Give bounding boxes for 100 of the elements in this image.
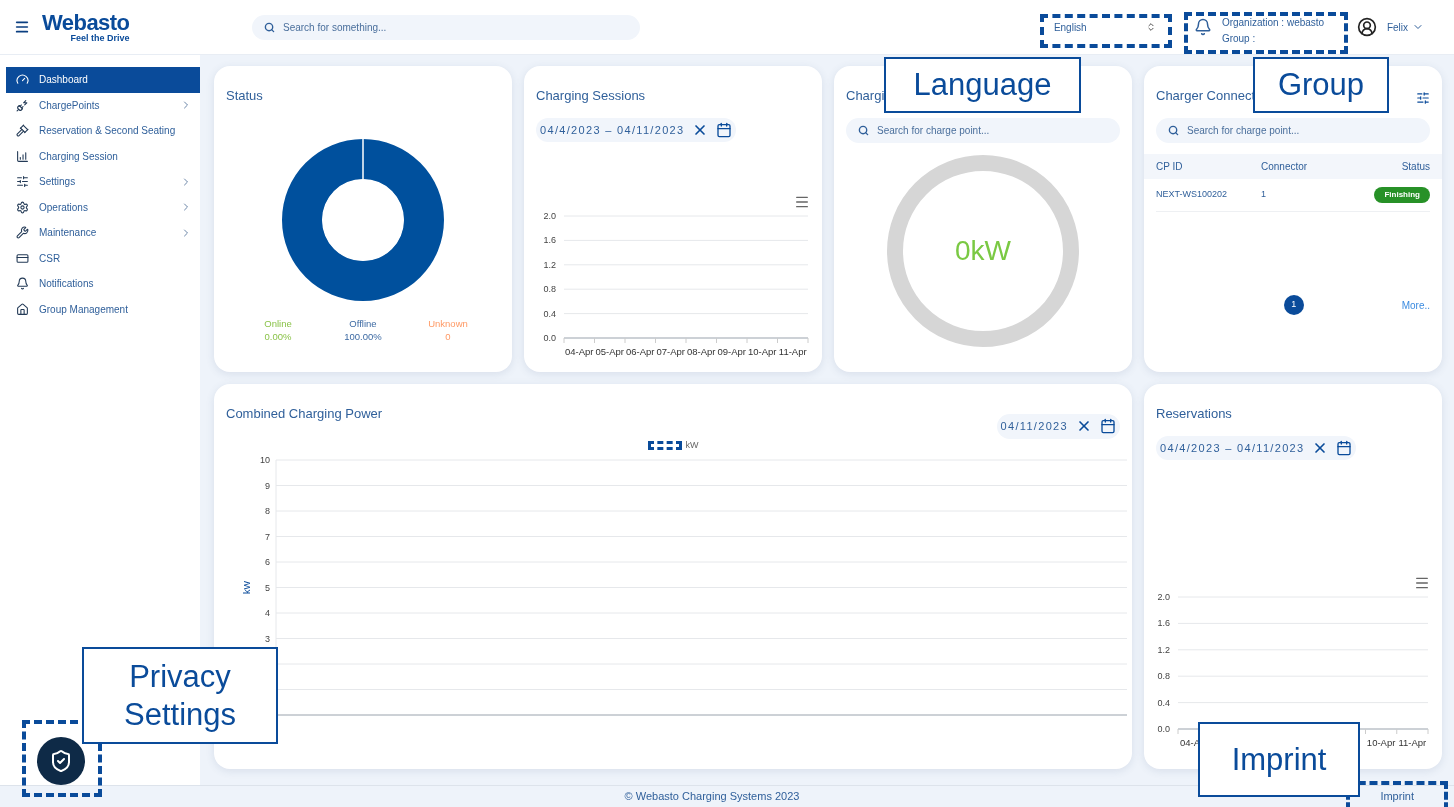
axis-tick-label: 8: [265, 506, 270, 516]
callout-label: Imprint: [1198, 722, 1360, 797]
date-text: 04/11/2023: [1000, 419, 1068, 434]
sidebar-item[interactable]: Maintenance: [6, 220, 200, 246]
copyright-text: © Webasto Charging Systems 2023: [624, 789, 800, 805]
callout-label: Group: [1253, 57, 1389, 113]
axis-tick-label: 05-Apr: [595, 346, 624, 357]
axis-tick-label: 11-Apr: [778, 346, 807, 357]
axis-tick-label: 11-Apr: [1398, 737, 1427, 748]
axis-tick-label: 10-Apr: [1366, 737, 1396, 748]
sidebar-item[interactable]: Dashboard: [6, 67, 200, 93]
avatar-icon[interactable]: [1356, 17, 1377, 37]
updown-icon: [1145, 22, 1156, 32]
card-title: Status: [226, 87, 263, 105]
search-icon: [264, 21, 275, 33]
legend-label: Online: [264, 317, 292, 330]
search-icon: [858, 124, 869, 136]
sidebar-item[interactable]: Operations: [6, 194, 200, 220]
search-field[interactable]: Search for charge point...: [846, 117, 1120, 143]
sidebar-item[interactable]: Group Management: [6, 296, 200, 322]
calendar-icon[interactable]: [716, 121, 733, 138]
axis-tick-label: 04-Apr: [565, 346, 594, 357]
sidebar-item[interactable]: ChargePoints: [6, 92, 200, 118]
table-cell-text: 1: [1261, 187, 1267, 201]
legend-label: Unknown: [428, 317, 468, 330]
axis-tick-label: 2.0: [1157, 592, 1170, 602]
calendar-icon[interactable]: [1100, 418, 1116, 435]
sidebar-item[interactable]: CSR: [6, 245, 200, 271]
group-text: Group :: [1221, 32, 1257, 46]
sidebar-item[interactable]: Reservation & Second Seating: [6, 118, 200, 144]
chart-legend-item[interactable]: kW: [647, 438, 699, 452]
axis-tick-label: 1.6: [1157, 618, 1170, 629]
bell-icon[interactable]: [1193, 18, 1212, 36]
calendar-icon[interactable]: [1336, 439, 1353, 456]
gavel-icon: [16, 124, 29, 138]
axis-tick-label: 10-Apr: [748, 346, 777, 357]
axis-tick-label: 0.4: [1157, 697, 1170, 708]
axis-tick-label: 9: [265, 480, 270, 491]
plug-icon: [16, 98, 29, 112]
status-badge: Finishing: [1374, 186, 1430, 203]
menu-icon[interactable]: [14, 19, 30, 35]
home-icon: [16, 302, 29, 316]
search-input[interactable]: Search for charge point...: [877, 122, 1108, 138]
imprint-link[interactable]: Imprint: [1380, 788, 1414, 805]
bell-icon: [16, 277, 29, 291]
axis-tick-label: 09-Apr: [717, 346, 746, 357]
card-title: Charging Sessions: [536, 87, 646, 105]
callout-label: Language: [884, 57, 1081, 113]
card-title: Chargi: [846, 87, 885, 105]
axis-tick-label: 6: [265, 557, 270, 567]
column-header: Connector: [1261, 159, 1309, 174]
sidebar-item[interactable]: Notifications: [6, 271, 200, 297]
filter-icon[interactable]: [1416, 90, 1430, 105]
axis-tick-label: 0.4: [543, 308, 556, 319]
axis-tick-label: 0.8: [1157, 671, 1170, 682]
logo[interactable]: Webasto Feel the Drive: [42, 11, 130, 43]
axis-tick-label: 3: [265, 633, 270, 644]
chart-menu-icon[interactable]: [794, 194, 810, 210]
axis-tick-label: 08-Apr: [687, 346, 716, 357]
axis-tick-label: 1.6: [543, 235, 556, 246]
shield-check-icon: [49, 749, 73, 773]
column-header: Status: [1401, 159, 1430, 174]
axis-tick-label: 1.2: [1157, 644, 1170, 655]
callout-label: Privacy Settings: [82, 647, 278, 744]
column-header: CP ID: [1156, 159, 1184, 174]
axis-title: kW: [242, 581, 252, 594]
search-input[interactable]: Search for charge point...: [1187, 122, 1418, 138]
sidebar-item[interactable]: Charging Session: [6, 143, 200, 169]
more-link[interactable]: More..: [1401, 297, 1430, 313]
wrench-icon: [16, 226, 29, 240]
axis-tick-label: 07-Apr: [656, 346, 685, 357]
table-cell-text: NEXT-WS100202: [1156, 187, 1229, 201]
chart-menu-icon[interactable]: [1414, 575, 1430, 591]
settings-icon: [16, 200, 29, 214]
organization-text: Organization : webasto: [1221, 16, 1326, 30]
search-input[interactable]: Search for something...: [283, 19, 628, 35]
axis-tick-label: 4: [265, 608, 270, 618]
page-number[interactable]: 1: [1283, 295, 1304, 315]
axis-tick-label: 2.0: [543, 211, 556, 221]
search-field[interactable]: Search for something...: [252, 14, 640, 40]
user-menu[interactable]: Felix: [1386, 19, 1424, 35]
bar-chart-icon: [16, 149, 29, 163]
card-title: Combined Charging Power: [226, 405, 383, 423]
search-field[interactable]: Search for charge point...: [1156, 117, 1430, 143]
date-range-text: 04/4/2023 – 04/11/2023: [540, 122, 685, 138]
axis-tick-label: 0.0: [1157, 724, 1170, 734]
axis-tick-label: 0.0: [543, 333, 556, 343]
date-range-text: 04/4/2023 – 04/11/2023: [1160, 440, 1305, 456]
axis-tick-label: 06-Apr: [626, 346, 655, 357]
card-title: Reservations: [1156, 405, 1232, 423]
axis-tick-label: 0.8: [543, 284, 556, 295]
axis-tick-label: 5: [265, 582, 270, 593]
legend-label: Offline: [349, 317, 377, 330]
axis-tick-label: 10: [260, 455, 270, 465]
legend-value: 0: [445, 330, 451, 343]
axis-tick-label: 7: [265, 531, 270, 542]
sidebar-item[interactable]: Settings: [6, 169, 200, 195]
gauge-reading: 0kW: [955, 234, 1011, 269]
legend-value: 100.00%: [344, 330, 382, 343]
legend-value: 0.00%: [264, 330, 292, 343]
